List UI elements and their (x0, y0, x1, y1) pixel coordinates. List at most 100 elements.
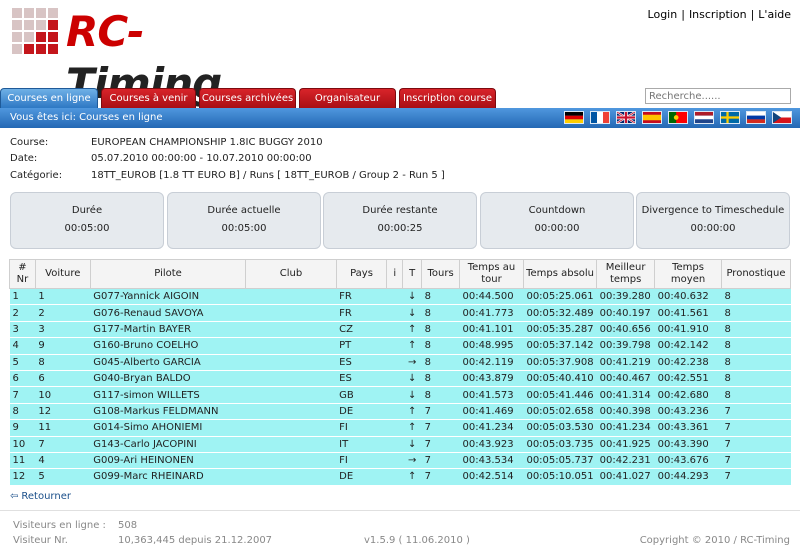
category-value: 18TT_EUROB [1.8 TT EURO B] / Runs [ 18TT… (91, 170, 445, 181)
netherlands-flag-icon[interactable] (694, 111, 714, 124)
table-row[interactable]: 10 7 G143-Carlo JACOPINI IT ↓ 7 00:43.923 00:05… (9, 436, 791, 453)
uk-flag-icon[interactable] (616, 111, 636, 124)
cell-info (386, 452, 403, 470)
cell-club (245, 304, 337, 322)
table-row[interactable]: 2 2 G076-Renaud SAVOYA FR ↓ 8 00:41.773 00:05:3… (9, 304, 791, 322)
cell-trend: ↓ (402, 304, 422, 322)
login-link[interactable]: Login (648, 8, 678, 21)
version-text: v1.5.9 ( 11.06.2010 ) (364, 535, 470, 546)
separator: | (750, 8, 755, 21)
cell-country: PT (336, 337, 387, 355)
cell-car-nr: 1 (35, 288, 91, 306)
table-row[interactable]: 1 1 G077-Yannick AIGOIN FR ↓ 8 00:44.500 00:05:… (9, 288, 791, 306)
col-header-meilleur-temps[interactable]: Meilleur temps (596, 259, 656, 289)
tab-inscription-course[interactable]: Inscription course (399, 88, 496, 108)
col-header-trend[interactable]: T (402, 259, 423, 289)
cell-forecast: 7 (721, 436, 791, 453)
back-link[interactable]: ⇦ Retourner (10, 491, 71, 502)
cell-lap-time: 00:43.534 (459, 452, 524, 470)
cell-club (245, 370, 337, 388)
cell-trend: ↓ (402, 288, 422, 306)
cell-car-nr: 7 (35, 436, 91, 453)
cell-club (245, 468, 337, 486)
arrow-up-icon: ↑ (407, 422, 417, 434)
cell-laps: 7 (421, 403, 460, 421)
cell-forecast: 8 (721, 386, 791, 404)
col-header-temps-au-tour[interactable]: Temps au tour (459, 259, 524, 289)
cell-lap-time: 00:44.500 (459, 288, 524, 306)
timer-value: 00:05:00 (221, 223, 267, 234)
cell-total-time: 00:05:02.658 (523, 403, 597, 421)
timer-box-divergence: Divergence to Timeschedule 00:00:00 (636, 192, 790, 249)
cell-club (245, 337, 337, 355)
spain-flag-icon[interactable] (642, 111, 662, 124)
search-input[interactable] (645, 88, 791, 104)
czech-flag-icon[interactable] (772, 111, 792, 124)
table-row[interactable]: 8 12 G108-Markus FELDMANN DE ↑ 7 00:41.469 00:0… (9, 403, 791, 421)
col-header-club[interactable]: Club (245, 259, 337, 289)
cell-total-time: 00:05:40.410 (523, 370, 597, 388)
table-row[interactable]: 9 11 G014-Simo AHONIEMI FI ↑ 7 00:41.234 00:05:… (9, 419, 791, 437)
cell-car-nr: 3 (35, 321, 91, 339)
cell-info (386, 386, 403, 404)
col-header-pronostique[interactable]: Pronostique (721, 259, 791, 289)
cell-club (245, 288, 337, 306)
cell-pilot: G077-Yannick AIGOIN (90, 288, 246, 306)
cell-lap-time: 00:41.234 (459, 419, 524, 437)
cell-lap-time: 00:43.923 (459, 436, 524, 453)
col-header-info[interactable]: i (386, 259, 404, 289)
cell-pos: 2 (9, 304, 36, 322)
course-value: EUROPEAN CHAMPIONSHIP 1.8IC BUGGY 2010 (91, 137, 323, 148)
top-links: Login | Inscription | L'aide (648, 8, 791, 21)
table-row[interactable]: 11 4 G009-Ari HEINONEN FI → 7 00:43.534 00:05:0… (9, 452, 791, 470)
visitor-nr-label: Visiteur Nr. (13, 535, 68, 546)
cell-best-time: 00:39.280 (596, 288, 655, 306)
cell-avg-time: 00:40.632 (654, 288, 722, 306)
cell-best-time: 00:39.798 (596, 337, 655, 355)
col-header-nr[interactable]: # Nr (9, 259, 36, 289)
col-header-temps-moyen[interactable]: Temps moyen (654, 259, 722, 289)
cell-pos: 11 (9, 452, 36, 470)
cell-trend: ↓ (402, 386, 422, 404)
cell-laps: 8 (421, 354, 460, 371)
france-flag-icon[interactable] (590, 111, 610, 124)
cell-car-nr: 8 (35, 354, 91, 371)
cell-info (386, 370, 403, 388)
table-row[interactable]: 12 5 G099-Marc RHEINARD DE ↑ 7 00:42.514 00:05:… (9, 468, 791, 486)
cell-laps: 8 (421, 370, 460, 388)
sweden-flag-icon[interactable] (720, 111, 740, 124)
table-row[interactable]: 3 3 G177-Martin BAYER CZ ↑ 8 00:41.101 00:05:35… (9, 321, 791, 339)
cell-country: ES (336, 354, 387, 371)
table-row[interactable]: 7 10 G117-simon WILLETS GB ↓ 8 00:41.573 00:05:… (9, 386, 791, 404)
cell-pilot: G099-Marc RHEINARD (90, 468, 246, 486)
tab-courses-en-ligne[interactable]: Courses en ligne (0, 88, 98, 109)
col-header-tours[interactable]: Tours (421, 259, 461, 289)
footer: Visiteurs en ligne : 508 Visiteur Nr. 10… (0, 510, 800, 547)
cell-lap-time: 00:41.773 (459, 304, 524, 322)
cell-forecast: 7 (721, 419, 791, 437)
cell-best-time: 00:41.314 (596, 386, 655, 404)
col-header-pilote[interactable]: Pilote (89, 259, 247, 289)
russia-flag-icon[interactable] (746, 111, 766, 124)
signup-link[interactable]: Inscription (689, 8, 747, 21)
tab-courses-a-venir[interactable]: Courses à venir (101, 88, 196, 108)
arrow-down-icon: ↓ (407, 291, 417, 303)
cell-info (386, 304, 403, 322)
timer-box-duree-actuelle: Durée actuelle 00:05:00 (167, 192, 321, 249)
col-header-voiture[interactable]: Voiture (34, 259, 91, 289)
cell-pilot: G108-Markus FELDMANN (90, 403, 246, 421)
cell-pos: 8 (9, 403, 36, 421)
table-row[interactable]: 4 9 G160-Bruno COELHO PT ↑ 8 00:48.995 00:05:37… (9, 337, 791, 355)
col-header-temps-absolu[interactable]: Temps absolu (522, 259, 598, 289)
germany-flag-icon[interactable] (564, 111, 584, 124)
logo[interactable]: RC-Timing (10, 6, 290, 108)
col-header-pays[interactable]: Pays (335, 259, 388, 289)
portugal-flag-icon[interactable] (668, 111, 688, 124)
tab-organisateur[interactable]: Organisateur (299, 88, 396, 108)
help-link[interactable]: L'aide (758, 8, 791, 21)
table-row[interactable]: 5 8 G045-Alberto GARCIA ES → 8 00:42.119 00:05:… (9, 354, 791, 371)
visitor-nr-value: 10,363,445 depuis 21.12.2007 (118, 535, 273, 546)
tab-courses-archivees[interactable]: Courses archivées (199, 88, 296, 108)
cell-avg-time: 00:43.390 (654, 436, 722, 453)
table-row[interactable]: 6 6 G040-Bryan BALDO ES ↓ 8 00:43.879 00:05:40.… (9, 370, 791, 388)
